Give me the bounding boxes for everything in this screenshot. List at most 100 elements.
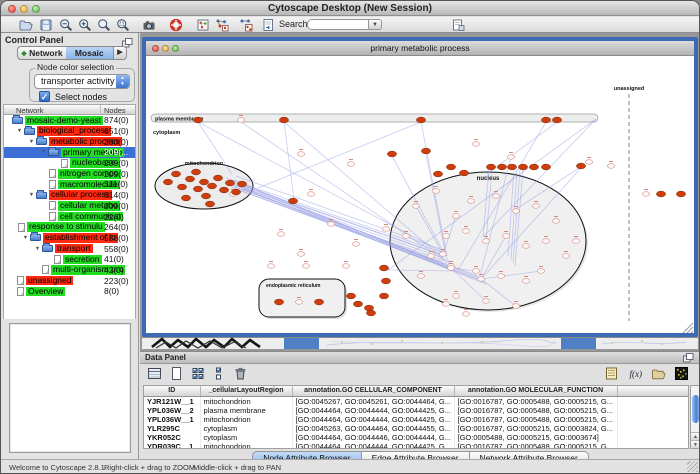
node[interactable]	[502, 234, 509, 239]
node-selected[interactable]	[541, 117, 550, 123]
node[interactable]	[462, 312, 469, 317]
node[interactable]	[472, 142, 479, 147]
search-dropdown-icon[interactable]: ▼	[369, 19, 382, 30]
tree-row[interactable]: Overview8(0)	[4, 286, 135, 297]
select-few-attributes-icon[interactable]	[212, 366, 229, 383]
tree-row[interactable]: nitrogen compo209(0)	[4, 168, 135, 179]
node-selected[interactable]	[486, 164, 495, 170]
node[interactable]	[442, 302, 449, 307]
table-row[interactable]: YLR295Ccytoplasm[GO:0045263, GO:0044464,…	[144, 424, 688, 433]
help-ring-icon[interactable]	[169, 18, 185, 32]
node-selected[interactable]	[219, 187, 228, 193]
tree-header[interactable]: Network Nodes	[3, 104, 136, 115]
node-selected[interactable]	[193, 117, 202, 123]
zoom-selected-icon[interactable]	[97, 18, 113, 32]
node[interactable]	[352, 242, 359, 247]
scrollbar-thumb[interactable]	[692, 395, 699, 423]
node[interactable]	[342, 264, 349, 269]
window-titlebar[interactable]: Cytoscape Desktop (New Session)	[1, 1, 699, 16]
node-selected[interactable]	[459, 170, 468, 176]
column-header[interactable]: annotation.GO MOLECULAR_FUNCTION	[454, 386, 617, 396]
formula-builder-icon[interactable]: f(x)	[629, 366, 646, 383]
node[interactable]	[537, 269, 544, 274]
import-table-icon[interactable]	[261, 18, 277, 32]
node-color-dropdown[interactable]: transporter activity ▲▼	[34, 74, 130, 89]
tree-row[interactable]: ▼cellular process614(0)	[4, 190, 135, 201]
table-row[interactable]: YKR052Ccytoplasm[GO:0044464, GO:0044446,…	[144, 433, 688, 442]
node[interactable]	[277, 232, 284, 237]
network-graph[interactable]: plasma membranecytoplasmmitochondrionnuc…	[146, 56, 694, 333]
tree-row[interactable]: ▼metabolic process280(0)	[4, 136, 135, 147]
node-selected[interactable]	[191, 169, 200, 175]
node[interactable]	[497, 274, 504, 279]
node[interactable]	[417, 274, 424, 279]
tab-network[interactable]: ❖ Network	[18, 47, 66, 59]
node-selected[interactable]	[288, 198, 297, 204]
tree-row[interactable]: ▼biological_process651(0)	[4, 126, 135, 137]
node[interactable]	[507, 155, 514, 160]
node-selected[interactable]	[279, 117, 288, 123]
node[interactable]	[512, 304, 519, 309]
node-selected[interactable]	[199, 179, 208, 185]
node[interactable]	[412, 204, 419, 209]
attribute-table[interactable]: ID_cellularLayoutRegionannotation.GO CEL…	[143, 385, 689, 449]
table-row[interactable]: YPL036W__2plasma membrane[GO:0044464, GO…	[144, 406, 688, 415]
create-new-network-icon[interactable]	[239, 18, 255, 32]
network-overview-icon[interactable]	[196, 18, 212, 32]
tree-row[interactable]: mosaic-demo-yeast874(0)	[4, 115, 135, 126]
scroll-down-icon[interactable]: ▼	[691, 440, 700, 448]
network-minimize-button[interactable]	[162, 45, 169, 52]
node-selected[interactable]	[181, 195, 190, 201]
new-attribute-icon[interactable]	[169, 366, 186, 383]
node[interactable]	[542, 239, 549, 244]
float-panel-icon[interactable]	[122, 35, 133, 45]
node[interactable]	[297, 252, 304, 257]
tree-column-nodes[interactable]: Nodes	[104, 106, 126, 115]
node[interactable]	[452, 294, 459, 299]
node-selected[interactable]	[421, 148, 430, 154]
matrix-icon[interactable]	[674, 366, 691, 383]
node[interactable]	[522, 279, 529, 284]
node-selected[interactable]	[379, 265, 388, 271]
node-selected[interactable]	[205, 201, 214, 207]
node-selected[interactable]	[231, 189, 240, 195]
tree-row[interactable]: multi-organism pro42(0)	[4, 265, 135, 276]
background-windows-strip[interactable]	[142, 337, 698, 349]
node-selected[interactable]	[314, 299, 323, 305]
node[interactable]	[532, 204, 539, 209]
tab-overflow-arrow-icon[interactable]: ▶	[113, 47, 126, 59]
window-resize-grip[interactable]	[687, 461, 698, 472]
node-selected[interactable]	[446, 164, 455, 170]
tree-row[interactable]: ▼establishment of lo558(0)	[4, 233, 135, 244]
node-selected[interactable]	[193, 186, 202, 192]
node[interactable]	[482, 299, 489, 304]
node[interactable]	[462, 229, 469, 234]
node-selected[interactable]	[576, 163, 585, 169]
save-icon[interactable]	[39, 18, 55, 32]
zoom-in-icon[interactable]	[78, 18, 94, 32]
zoom-out-icon[interactable]	[59, 18, 75, 32]
node-selected[interactable]	[507, 164, 516, 170]
tab-mosaic[interactable]: Mosaic	[66, 47, 114, 59]
column-header[interactable]: ID	[144, 386, 200, 396]
dropdown-stepper-icon[interactable]: ▲▼	[116, 75, 129, 88]
node-selected[interactable]	[171, 171, 180, 177]
node-selected[interactable]	[237, 181, 246, 187]
node-selected[interactable]	[416, 117, 425, 123]
node[interactable]	[427, 254, 434, 259]
node-selected[interactable]	[225, 180, 234, 186]
network-maximize-button[interactable]	[172, 45, 179, 52]
node[interactable]	[572, 239, 579, 244]
birdseye-view[interactable]	[9, 323, 131, 453]
node[interactable]	[307, 192, 314, 197]
node[interactable]	[237, 118, 244, 123]
node[interactable]	[512, 209, 519, 214]
plasma-membrane-bar[interactable]	[151, 114, 598, 122]
notes-icon[interactable]	[604, 366, 621, 383]
node[interactable]	[585, 160, 592, 165]
node-selected[interactable]	[213, 175, 222, 181]
tree-row[interactable]: nucleobase-209(0)	[4, 158, 135, 169]
node-selected[interactable]	[433, 171, 442, 177]
zoom-fit-icon[interactable]	[116, 18, 132, 32]
network-canvas[interactable]: plasma membranecytoplasmmitochondrionnuc…	[146, 56, 694, 333]
